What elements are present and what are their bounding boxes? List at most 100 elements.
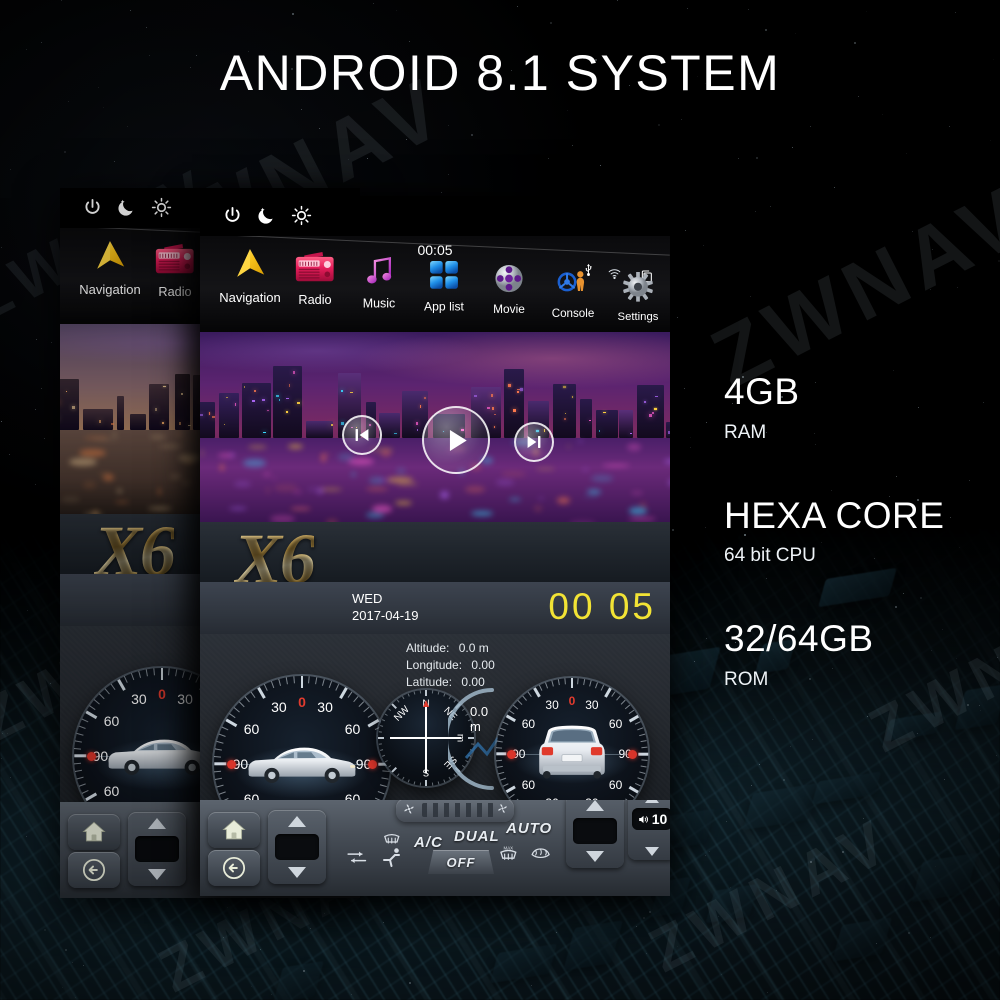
screenshot-root: ZWNAV ZWNAV ZWNAV ZWNAV ZWNAV ZWNAV ZWNA… xyxy=(0,0,1000,1000)
compass-tick xyxy=(391,703,398,710)
gauge-tick xyxy=(338,687,348,699)
chevron-up-icon[interactable] xyxy=(586,800,604,811)
compass-tick xyxy=(396,773,400,777)
volume-control[interactable]: 10 xyxy=(628,800,670,860)
gauge-tick xyxy=(256,687,266,699)
chevron-down-icon[interactable] xyxy=(288,867,306,878)
home-button[interactable] xyxy=(208,812,260,848)
app-console[interactable]: Console xyxy=(544,268,601,320)
power-icon[interactable] xyxy=(222,205,243,231)
pitch-gauge: 9060300306090060306030 xyxy=(214,676,390,800)
max-defrost-icon[interactable]: MAX xyxy=(498,844,519,867)
power-icon[interactable] xyxy=(82,197,103,223)
x6-emblem: X6 xyxy=(234,522,316,582)
gauge-tick xyxy=(229,712,236,718)
volume-down-icon[interactable] xyxy=(645,847,659,856)
app-settings[interactable]: Settings xyxy=(610,271,666,322)
prev-track-button[interactable] xyxy=(342,415,382,455)
gauge-label: 60 xyxy=(608,777,623,792)
gauge-tick xyxy=(603,687,612,698)
chevron-up-icon[interactable] xyxy=(148,818,166,829)
music-note-icon xyxy=(348,255,409,292)
app-radio[interactable]: Radio xyxy=(144,242,207,299)
next-track-button[interactable] xyxy=(514,422,554,462)
auto-label[interactable]: AUTO xyxy=(506,820,552,837)
volume-up-icon[interactable] xyxy=(645,800,659,803)
gauge-tick xyxy=(131,673,135,680)
temp-right-control[interactable] xyxy=(566,800,624,868)
front-defrost-icon[interactable] xyxy=(382,830,402,852)
play-button[interactable] xyxy=(422,406,490,474)
app-navigation[interactable]: Navigation xyxy=(218,246,282,305)
gauge-tick xyxy=(335,683,340,691)
rear-defrost-icon[interactable] xyxy=(530,844,551,866)
compass-tick xyxy=(413,780,415,785)
home-button[interactable] xyxy=(68,814,120,850)
spec-value: HEXA CORE xyxy=(724,494,945,536)
dual-label[interactable]: DUAL xyxy=(454,828,500,845)
head-unit-front: 00:05 Navigation Radio Music App list Mo… xyxy=(200,196,670,896)
film-reel-icon xyxy=(480,263,538,299)
gauge-tick xyxy=(639,733,646,737)
gauge-tick xyxy=(244,696,251,703)
app-music[interactable]: Music xyxy=(348,255,409,311)
compass-tick xyxy=(381,754,385,757)
gauge-tick xyxy=(250,691,256,698)
compass-tick xyxy=(437,691,439,696)
fan-vent-control[interactable] xyxy=(396,800,514,822)
ac-label[interactable]: A/C xyxy=(414,834,443,851)
gauge-label: 60 xyxy=(103,783,120,800)
chevron-down-icon[interactable] xyxy=(586,851,604,862)
video-preview[interactable] xyxy=(200,332,670,522)
back-button[interactable] xyxy=(68,852,120,888)
gauge-tick xyxy=(353,696,360,703)
compass-tick xyxy=(381,719,385,722)
moon-icon[interactable] xyxy=(256,205,277,231)
gauge-tick xyxy=(300,676,304,688)
app-navigation[interactable]: Navigation xyxy=(78,238,142,297)
gauge-tick xyxy=(500,777,507,781)
gauge-tick xyxy=(527,691,533,697)
app-movie[interactable]: Movie xyxy=(480,263,538,316)
moon-icon[interactable] xyxy=(116,197,137,223)
longitude-label: Longitude: xyxy=(406,658,463,673)
back-button[interactable] xyxy=(208,850,260,886)
gauge-label: 30 xyxy=(317,698,333,715)
gauge-tick xyxy=(308,676,311,683)
temp-left-control[interactable] xyxy=(268,810,326,884)
compass-tick xyxy=(419,690,421,694)
compass-tick xyxy=(437,780,439,785)
temp-left-control[interactable] xyxy=(128,812,186,886)
radio-icon xyxy=(284,250,347,288)
gauge-tick xyxy=(601,684,605,691)
compass-tick xyxy=(379,749,384,751)
app-label: Navigation xyxy=(79,281,141,297)
compass-tick xyxy=(384,759,388,763)
gauge-label: 0 xyxy=(568,693,576,708)
gauge-tick xyxy=(74,747,81,750)
off-button[interactable]: OFF xyxy=(428,850,494,874)
gauge-tick xyxy=(215,748,222,751)
app-radio[interactable]: Radio xyxy=(284,250,347,307)
gauge-tick xyxy=(498,771,505,775)
sun-icon[interactable] xyxy=(151,197,172,223)
gauge-tick xyxy=(621,699,627,705)
app-app-list[interactable]: App list xyxy=(414,259,474,313)
chevron-down-icon[interactable] xyxy=(148,869,166,880)
gauge-tick xyxy=(628,785,639,794)
gauge-tick xyxy=(628,714,639,723)
gauge-tick xyxy=(138,670,142,678)
compass-tick xyxy=(387,708,391,712)
gauge-tick xyxy=(214,770,221,773)
gauge-tick xyxy=(76,776,84,780)
gauge-label: 60 xyxy=(344,791,361,800)
gauge-tick xyxy=(589,680,593,687)
gauge-tick xyxy=(221,726,229,731)
gauge-tick xyxy=(216,784,224,788)
emblem-bar: X6 xyxy=(200,522,670,582)
gauge-tick xyxy=(329,681,333,688)
gauge-tick xyxy=(380,784,388,788)
air-recirculate-icon[interactable] xyxy=(346,848,368,871)
chevron-up-icon[interactable] xyxy=(288,816,306,827)
sun-icon[interactable] xyxy=(291,205,312,231)
